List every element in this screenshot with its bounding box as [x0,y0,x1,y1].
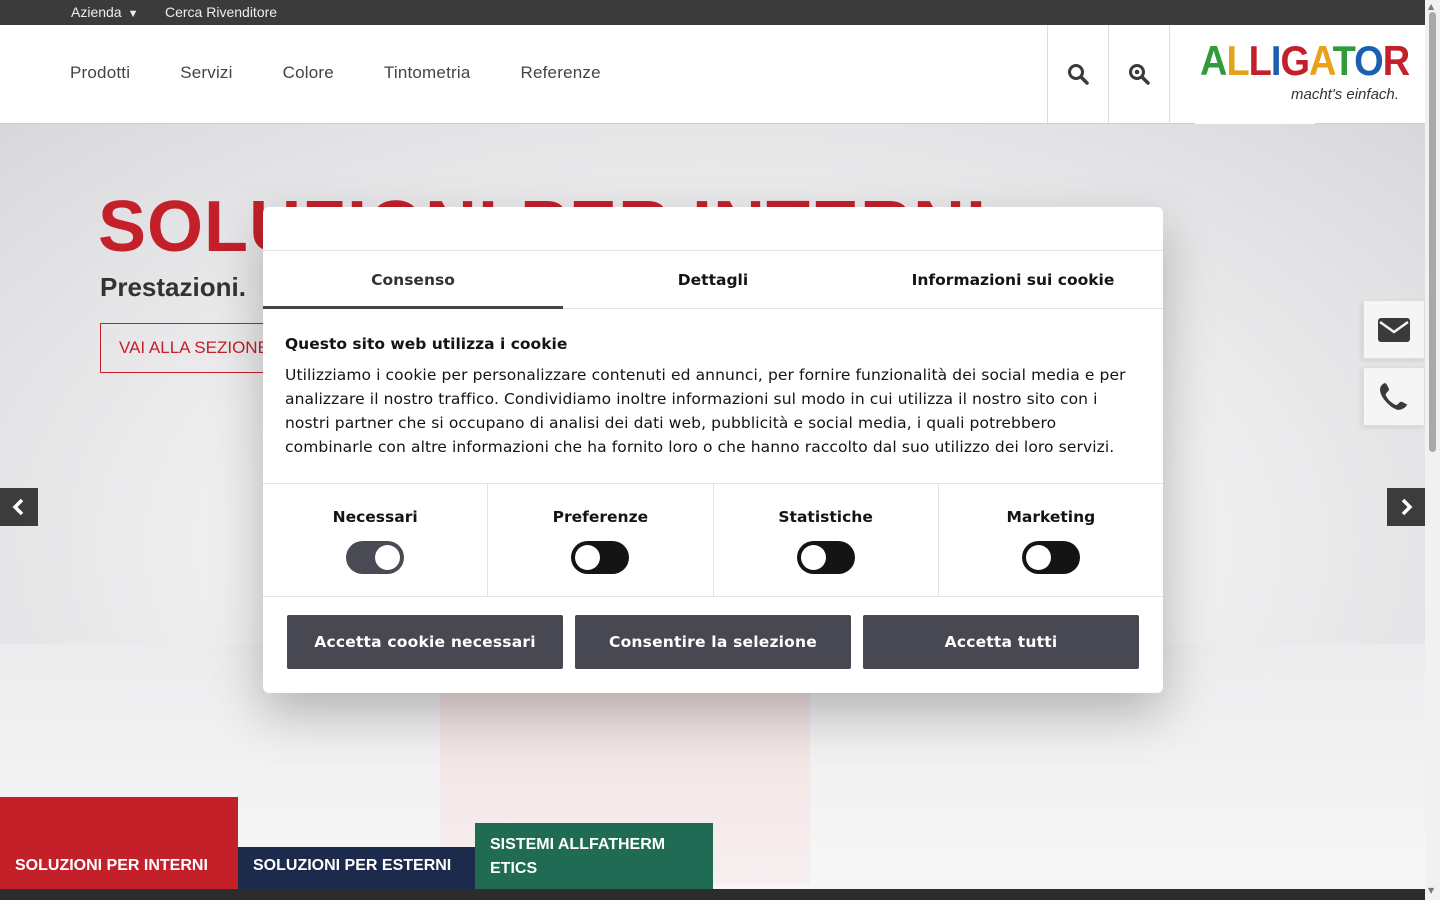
toggle-statistiche[interactable] [796,541,855,574]
main-nav: Prodotti Servizi Colore Tintometria Refe… [70,63,651,83]
toggle-knob [375,545,401,570]
tab-consenso[interactable]: Consenso [263,251,563,309]
hero-subtitle: Prestazioni. [100,272,246,302]
cookie-action-buttons: Accetta cookie necessari Consentire la s… [287,615,1139,669]
nav-item-referenze[interactable]: Referenze [521,63,601,83]
category-interni-tab[interactable]: SOLUZIONI PER INTERNI [0,797,238,889]
cookie-tabs: Consenso Dettagli Informazioni sui cooki… [263,251,1163,309]
toggle-cell-necessari: Necessari [263,484,489,596]
mail-icon [1378,317,1410,342]
logo-letter: O [1354,38,1384,86]
scroll-up-arrow-icon[interactable]: ▲ [1428,2,1434,11]
contact-phone-button[interactable] [1363,367,1425,426]
category-esterni-label: SOLUZIONI PER ESTERNI [253,857,452,874]
toggle-cell-marketing: Marketing [939,484,1163,596]
nav-item-prodotti[interactable]: Prodotti [70,63,130,83]
scrollbar-thumb[interactable] [1429,12,1436,452]
toggle-necessari[interactable] [346,541,405,574]
category-esterni-tab[interactable]: SOLUZIONI PER ESTERNI [238,847,475,889]
cookie-title: Questo sito web utilizza i cookie [285,335,568,353]
toggle-label-necessari: Necessari [332,508,418,526]
nav-item-servizi[interactable]: Servizi [180,63,232,83]
tab-dettagli[interactable]: Dettagli [563,251,863,308]
product-search-button[interactable] [1108,25,1169,123]
toggle-label-statistiche: Statistiche [778,508,873,526]
caret-down-icon: ▼ [127,8,139,20]
topbar-azienda-menu[interactable]: Azienda ▼ [71,4,138,20]
search-button[interactable] [1047,25,1108,123]
cookie-consent-dialog: Consenso Dettagli Informazioni sui cooki… [263,207,1163,693]
contact-mail-button[interactable] [1363,300,1425,359]
logo-letter: A [1200,38,1227,86]
alligator-logo: ALLIGATOR [1200,38,1410,86]
zoom-search-icon [1129,64,1150,85]
toggle-knob [1025,545,1051,570]
toggle-marketing[interactable] [1021,541,1080,574]
chevron-right-icon [1401,498,1413,516]
accept-necessary-button[interactable]: Accetta cookie necessari [287,615,563,669]
logo-letter: R [1382,38,1410,86]
top-utility-bar: Azienda ▼ Cerca Rivenditore [0,0,1425,25]
page-scrollbar[interactable]: ▲ ▼ [1425,0,1440,900]
topbar-cerca-rivenditore-link[interactable]: Cerca Rivenditore [165,4,277,20]
main-header: Prodotti Servizi Colore Tintometria Refe… [0,25,1425,124]
toggle-knob [575,545,601,570]
logo-link[interactable]: ALLIGATOR macht's einfach. [1169,25,1425,123]
tab-informazioni-cookie[interactable]: Informazioni sui cookie [863,251,1163,308]
logo-letter: G [1280,38,1310,86]
cookie-category-toggles: Necessari Preferenze Statistiche Marketi… [263,483,1163,597]
dialog-header [263,207,1163,251]
allow-selection-button[interactable]: Consentire la selezione [575,615,851,669]
logo-tagline: macht's einfach. [1291,86,1399,103]
toggle-preferenze[interactable] [571,541,630,574]
logo-letter: L [1226,38,1249,86]
toggle-label-preferenze: Preferenze [552,508,649,526]
accept-all-button[interactable]: Accetta tutti [863,615,1139,669]
category-allfatherm-label: SISTEMI ALLFATHERM ETICS [490,836,666,877]
search-icon [1068,64,1089,85]
nav-item-tintometria[interactable]: Tintometria [384,63,471,83]
toggle-cell-statistiche: Statistiche [714,484,939,596]
category-interni-label: SOLUZIONI PER INTERNI [15,857,208,874]
bottom-dark-strip [0,889,1425,900]
slider-next-button[interactable] [1387,488,1425,526]
category-allfatherm-tab[interactable]: SISTEMI ALLFATHERM ETICS [475,823,713,889]
toggle-label-marketing: Marketing [1006,508,1096,526]
slider-prev-button[interactable] [0,488,38,526]
toggle-knob [800,545,826,570]
logo-letter: A [1309,38,1334,86]
logo-letter: L [1248,38,1272,86]
cookie-description: Utilizziamo i cookie per personalizzare … [285,366,1126,456]
logo-letter: T [1332,38,1356,86]
chevron-left-icon [12,498,24,516]
phone-icon [1380,382,1408,410]
topbar-azienda-label: Azienda [71,4,122,20]
toggle-cell-preferenze: Preferenze [488,484,714,596]
scroll-down-arrow-icon[interactable]: ▼ [1428,886,1434,895]
nav-item-colore[interactable]: Colore [283,63,334,83]
